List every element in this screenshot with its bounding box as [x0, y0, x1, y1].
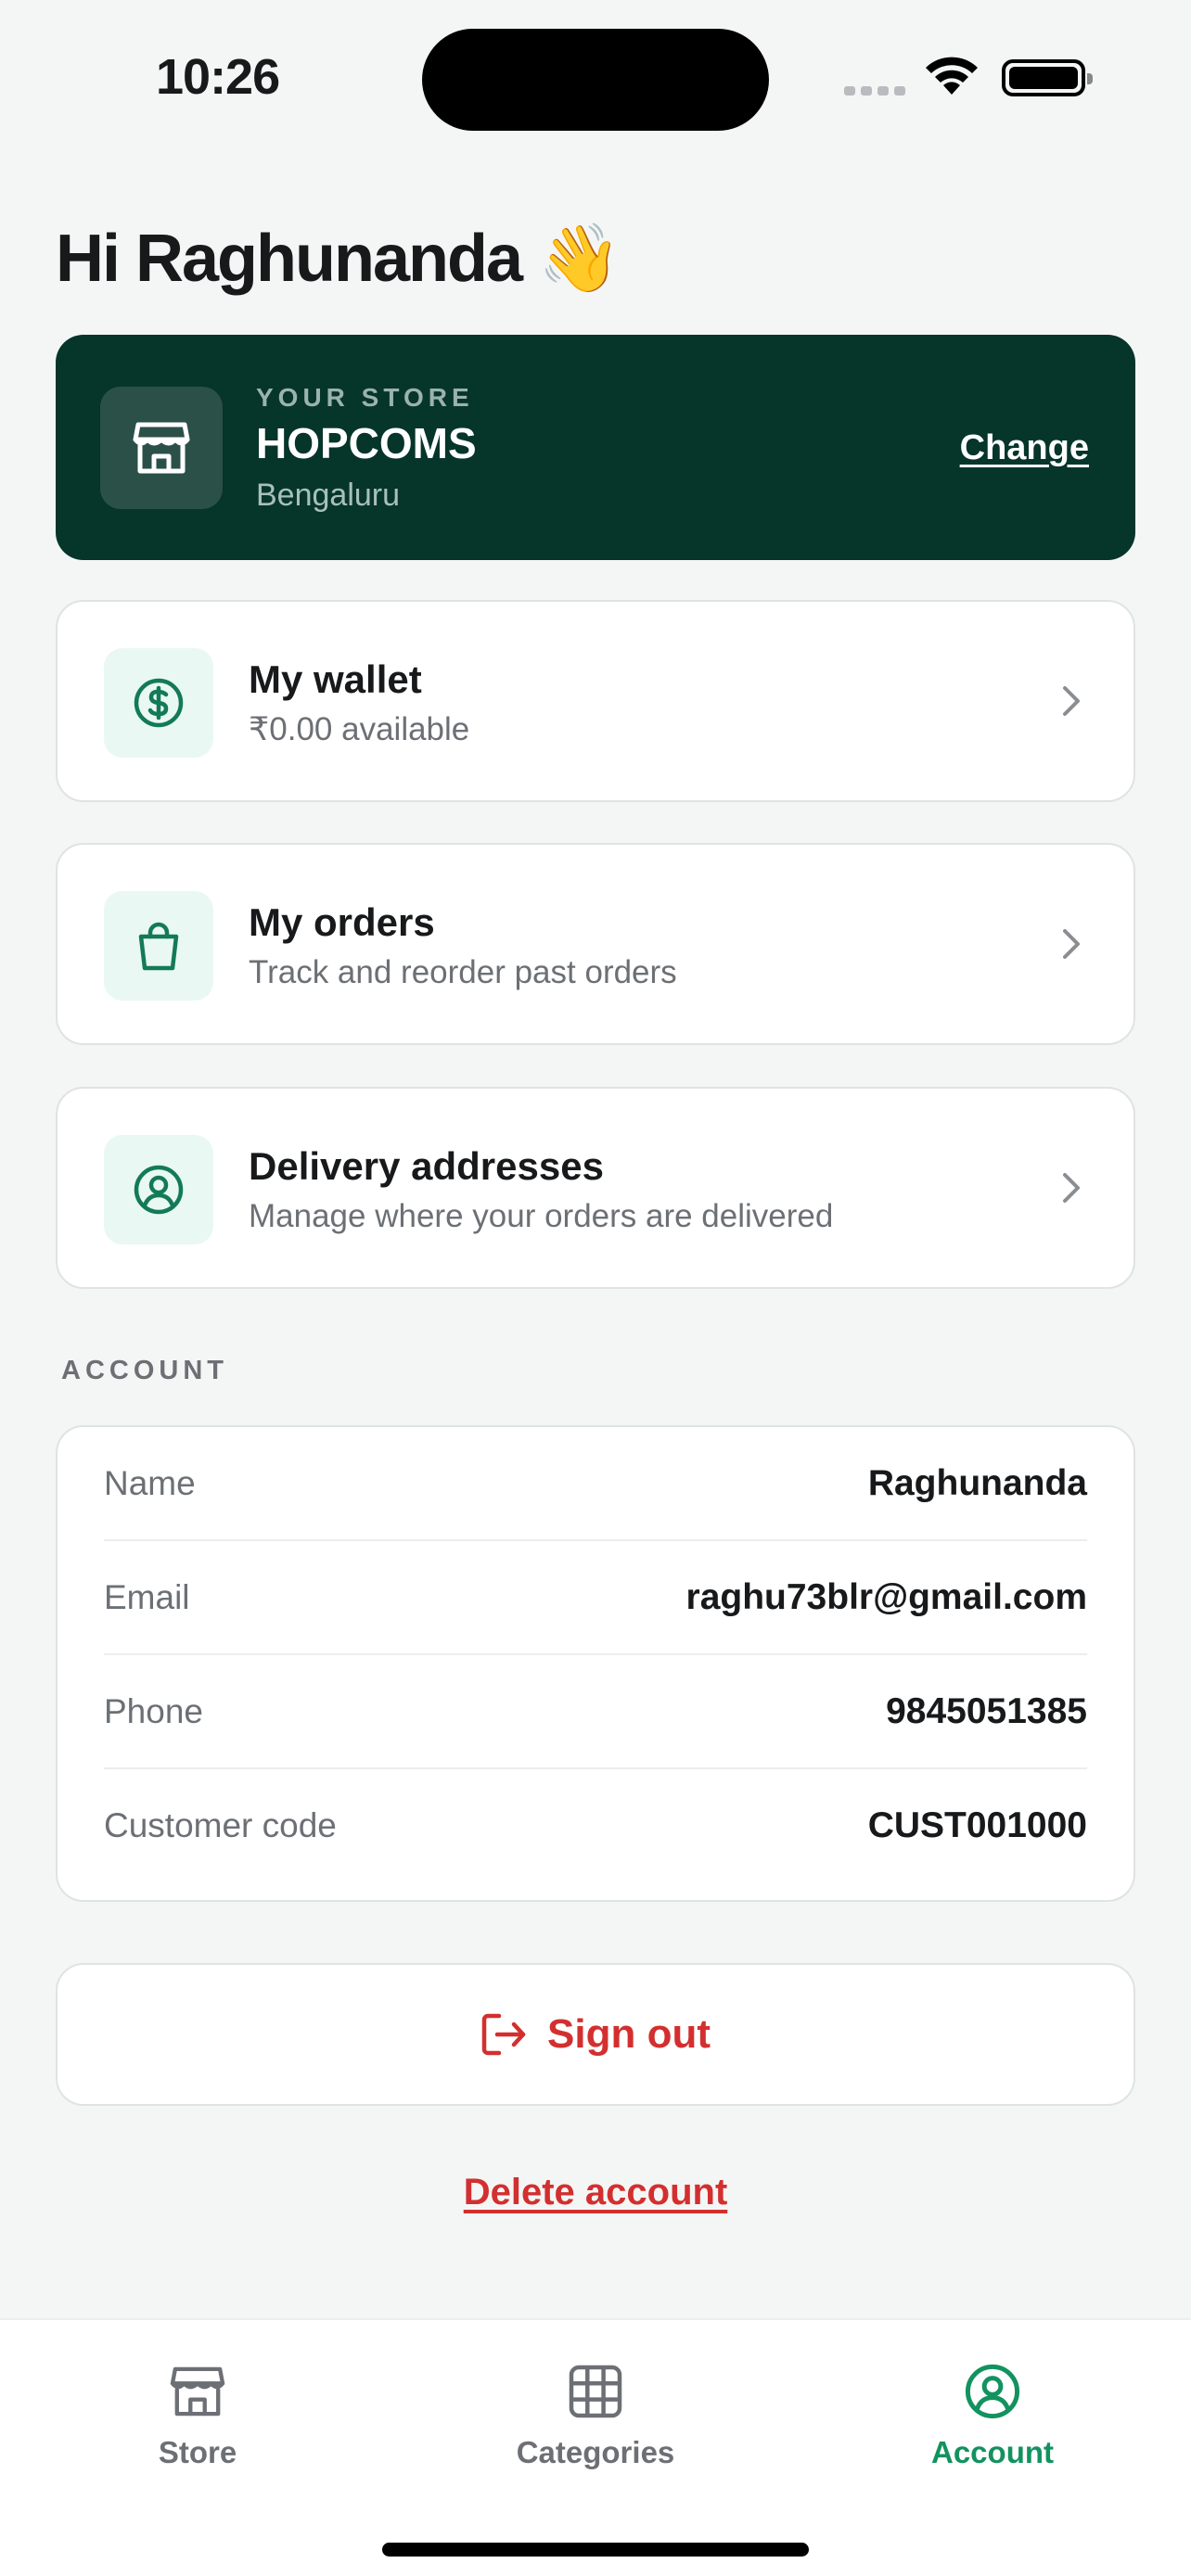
account-details-card: Name Raghunanda Email raghu73blr@gmail.c…: [56, 1425, 1135, 1902]
user-circle-icon: [104, 1135, 213, 1244]
cellular-signal-icon: [844, 86, 905, 96]
tab-label: Account: [931, 2435, 1054, 2469]
chevron-right-icon: [1063, 686, 1080, 716]
orders-title: My orders: [249, 900, 435, 944]
account-row-phone: Phone 9845051385: [104, 1655, 1087, 1767]
account-value: Raghunanda: [867, 1462, 1087, 1503]
account-label: Phone: [104, 1691, 203, 1730]
dollar-circle-icon: [104, 648, 213, 758]
account-screen: 10:26 Hi Raghunanda 👋 YOUR STORE HOPCOMS…: [0, 0, 1191, 2576]
home-indicator: [382, 2543, 809, 2557]
status-time: 10:26: [156, 49, 280, 105]
addresses-title: Delivery addresses: [249, 1144, 604, 1188]
user-circle-icon: [872, 2361, 1113, 2422]
grid-icon: [475, 2361, 716, 2422]
tab-categories[interactable]: Categories: [475, 2361, 716, 2470]
wifi-icon: [926, 57, 978, 95]
sign-out-button[interactable]: Sign out: [56, 1963, 1135, 2106]
delivery-addresses-row[interactable]: Delivery addresses Manage where your ord…: [56, 1087, 1135, 1289]
store-kicker: YOUR STORE: [256, 383, 474, 412]
dynamic-island: [422, 29, 769, 131]
addresses-subtitle: Manage where your orders are delivered: [249, 1198, 834, 1234]
greeting-title: Hi Raghunanda 👋: [56, 222, 621, 296]
store-card: YOUR STORE HOPCOMS Bengaluru Change: [56, 335, 1135, 560]
account-label: Name: [104, 1463, 196, 1502]
account-section-label: ACCOUNT: [61, 1356, 228, 1385]
store-icon: [100, 387, 223, 509]
delete-account-wrapper: Delete account: [0, 2172, 1191, 2213]
orders-row[interactable]: My orders Track and reorder past orders: [56, 843, 1135, 1045]
tab-account[interactable]: Account: [872, 2361, 1113, 2470]
chevron-right-icon: [1063, 929, 1080, 959]
store-city: Bengaluru: [256, 478, 401, 513]
change-store-link[interactable]: Change: [960, 428, 1089, 468]
orders-subtitle: Track and reorder past orders: [249, 954, 677, 990]
logout-icon: [481, 2013, 526, 2056]
account-row-customer-code: Customer code CUST001000: [104, 1769, 1087, 1881]
account-value: 9845051385: [886, 1690, 1087, 1731]
store-name: HOPCOMS: [256, 419, 477, 467]
account-row-email: Email raghu73blr@gmail.com: [104, 1541, 1087, 1653]
delete-account-link[interactable]: Delete account: [464, 2172, 728, 2213]
tab-label: Categories: [516, 2435, 675, 2469]
store-icon: [77, 2361, 318, 2422]
sign-out-label: Sign out: [547, 2011, 711, 2057]
tab-label: Store: [158, 2435, 237, 2469]
chevron-right-icon: [1063, 1173, 1080, 1203]
tab-store[interactable]: Store: [77, 2361, 318, 2470]
account-label: Email: [104, 1577, 190, 1616]
wallet-balance: ₹0.00 available: [249, 711, 470, 747]
wallet-title: My wallet: [249, 657, 422, 701]
wallet-row[interactable]: My wallet ₹0.00 available: [56, 600, 1135, 802]
account-label: Customer code: [104, 1805, 337, 1844]
battery-icon: [1002, 59, 1093, 96]
account-row-name: Name Raghunanda: [104, 1427, 1087, 1539]
bottom-tab-bar: Store Categories Account: [0, 2318, 1191, 2576]
shopping-bag-icon: [104, 891, 213, 1001]
account-value: CUST001000: [867, 1804, 1087, 1845]
account-value: raghu73blr@gmail.com: [685, 1576, 1087, 1617]
